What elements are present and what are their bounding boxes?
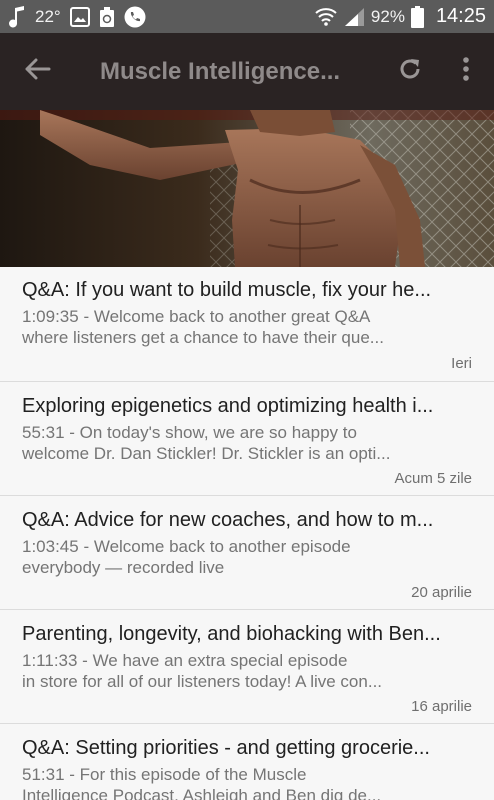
status-bar: 22° 92% 14:25 [0,0,494,33]
episode-item[interactable]: Q&A: Advice for new coaches, and how to … [0,496,494,610]
episode-date: Ieri [451,355,472,372]
episode-description: 51:31 - For this episode of the Muscle I… [22,765,382,800]
overflow-menu-button[interactable] [438,33,494,110]
recycle-icon [99,6,115,28]
episode-description: 1:09:35 - Welcome back to another great … [22,307,384,347]
clock-time: 14:25 [435,5,486,27]
phone-icon [124,6,146,28]
wifi-icon [315,7,337,27]
more-vert-icon [462,56,470,87]
episode-title: Q&A: Advice for new coaches, and how to … [22,509,434,531]
episode-item[interactable]: Parenting, longevity, and biohacking wit… [0,610,494,724]
music-note-icon [8,5,26,28]
episode-title: Exploring epigenetics and optimizing hea… [22,395,434,417]
temperature-text: 22° [35,6,61,26]
episode-date: 16 aprilie [411,698,472,715]
episode-description: 55:31 - On today's show, we are so happy… [22,423,391,463]
episode-item[interactable]: Exploring epigenetics and optimizing hea… [0,382,494,496]
episode-title: Q&A: If you want to build muscle, fix yo… [22,279,432,301]
page-title: Muscle Intelligence... [100,57,341,85]
app-toolbar: Muscle Intelligence... [0,33,494,110]
episode-list: Q&A: If you want to build muscle, fix yo… [0,267,494,800]
arrow-back-icon [25,58,51,85]
podcast-header-image [0,110,494,267]
episode-description: 1:11:33 - We have an extra special episo… [22,651,383,691]
episode-description: 1:03:45 - Welcome back to another episod… [22,537,351,577]
episode-date: Acum 5 zile [394,470,472,487]
battery-text: 92% [370,6,405,26]
image-icon [69,6,90,27]
refresh-button[interactable] [382,33,438,110]
refresh-icon [397,56,423,87]
signal-icon [343,7,365,27]
back-button[interactable] [0,33,76,110]
episode-item[interactable]: Q&A: If you want to build muscle, fix yo… [0,267,494,382]
battery-icon [410,5,424,28]
episode-date: 20 aprilie [411,584,472,601]
episode-title: Q&A: Setting priorities - and getting gr… [22,737,430,759]
episode-title: Parenting, longevity, and biohacking wit… [22,623,441,645]
episode-item[interactable]: Q&A: Setting priorities - and getting gr… [0,724,494,800]
